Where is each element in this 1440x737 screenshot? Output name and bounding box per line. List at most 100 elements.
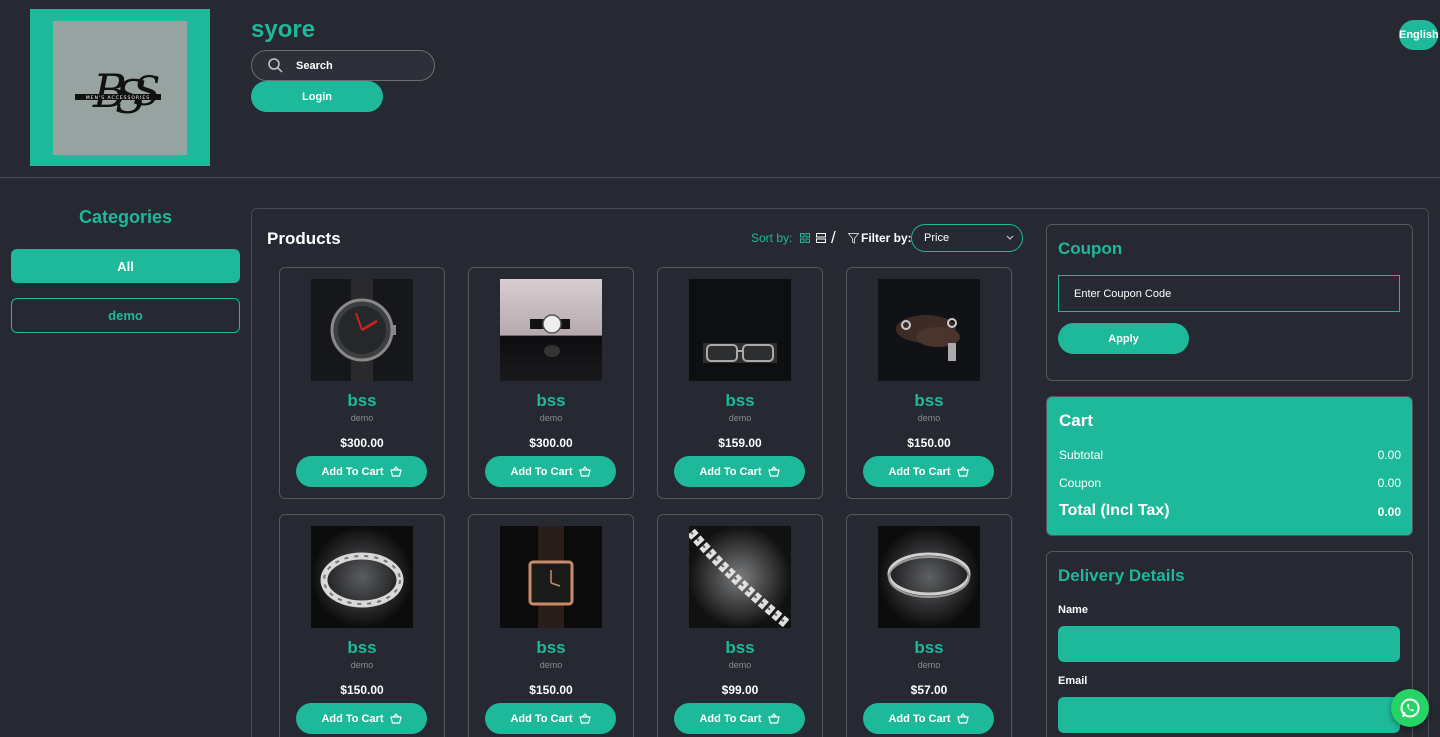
whatsapp-button[interactable] [1391, 689, 1429, 727]
filter-selected-value: Price [924, 232, 950, 244]
add-to-cart-label: Add To Cart [321, 465, 384, 478]
coupon-code-input[interactable] [1058, 275, 1400, 312]
name-field[interactable] [1058, 626, 1400, 662]
total-value: 0.00 [1377, 505, 1401, 519]
add-to-cart-button[interactable]: Add To Cart [485, 456, 616, 487]
filter-select[interactable]: Price [911, 224, 1023, 252]
add-to-cart-label: Add To Cart [888, 712, 951, 725]
product-price: $300.00 [529, 436, 573, 450]
login-button[interactable]: Login [251, 81, 383, 112]
cart-total-row: Total (Incl Tax) 0.00 [1059, 502, 1401, 520]
filter-label: Filter by: [861, 231, 912, 245]
category-demo-button[interactable]: demo [11, 298, 240, 333]
filter-icon [848, 233, 859, 244]
product-category: demo [350, 413, 374, 423]
categories-title: Categories [78, 207, 173, 227]
add-to-cart-label: Add To Cart [510, 712, 573, 725]
product-name[interactable]: bss [847, 391, 1011, 411]
product-price: $300.00 [340, 436, 384, 450]
add-to-cart-label: Add To Cart [699, 712, 762, 725]
cart-title: Cart [1059, 411, 1094, 430]
product-image[interactable] [689, 279, 791, 381]
product-price: $150.00 [340, 683, 384, 697]
product-name[interactable]: bss [469, 391, 633, 411]
product-category: demo [728, 660, 752, 670]
product-name[interactable]: bss [469, 638, 633, 658]
store-name: syore [251, 16, 316, 43]
product-price: $150.00 [907, 436, 951, 450]
apply-coupon-button[interactable]: Apply [1058, 323, 1189, 354]
category-all-button[interactable]: All [11, 249, 240, 283]
product-card[interactable]: bss demo $300.00 Add To Cart [468, 267, 634, 499]
product-price: $159.00 [718, 436, 762, 450]
product-image[interactable] [311, 279, 413, 381]
cart-subtotal-row: Subtotal 0.00 [1059, 448, 1401, 462]
add-to-cart-label: Add To Cart [699, 465, 762, 478]
product-image[interactable] [878, 279, 980, 381]
name-label: Name [1058, 604, 1088, 616]
basket-icon [767, 713, 780, 724]
add-to-cart-button[interactable]: Add To Cart [296, 456, 427, 487]
product-price: $150.00 [529, 683, 573, 697]
product-category: demo [917, 413, 941, 423]
product-image[interactable] [500, 279, 602, 381]
product-card[interactable]: bss demo $150.00 Add To Cart [846, 267, 1012, 499]
cart-coupon-row: Coupon 0.00 [1059, 476, 1401, 490]
product-image[interactable] [689, 526, 791, 628]
logo-image: B S S MEN'S ACCESSORIES [53, 21, 187, 155]
store-logo[interactable]: B S S MEN'S ACCESSORIES [30, 9, 210, 166]
basket-icon [767, 466, 780, 477]
product-card[interactable]: bss demo $99.00 Add To Cart [657, 514, 823, 737]
delivery-title: Delivery Details [1058, 566, 1185, 585]
view-separator: / [831, 228, 836, 247]
basket-icon [578, 466, 591, 477]
search-bar[interactable] [251, 50, 435, 81]
subtotal-label: Subtotal [1059, 448, 1104, 462]
product-name[interactable]: bss [847, 638, 1011, 658]
product-category: demo [728, 413, 752, 423]
product-name[interactable]: bss [658, 391, 822, 411]
grid-view-icon[interactable] [800, 233, 810, 243]
product-image[interactable] [500, 526, 602, 628]
product-card[interactable]: bss demo $159.00 Add To Cart [657, 267, 823, 499]
product-card[interactable]: bss demo $300.00 Add To Cart [279, 267, 445, 499]
product-card[interactable]: bss demo $150.00 Add To Cart [468, 514, 634, 737]
product-image[interactable] [878, 526, 980, 628]
add-to-cart-label: Add To Cart [510, 465, 573, 478]
product-category: demo [539, 660, 563, 670]
total-label: Total (Incl Tax) [1059, 502, 1170, 519]
basket-icon [956, 713, 969, 724]
basket-icon [389, 466, 402, 477]
basket-icon [956, 466, 969, 477]
language-button[interactable]: English [1399, 20, 1439, 50]
subtotal-value: 0.00 [1377, 448, 1401, 462]
add-to-cart-button[interactable]: Add To Cart [296, 703, 427, 734]
coupon-discount-label: Coupon [1059, 476, 1102, 490]
product-card[interactable]: bss demo $57.00 Add To Cart [846, 514, 1012, 737]
search-input[interactable] [296, 57, 426, 75]
product-name[interactable]: bss [280, 638, 444, 658]
basket-icon [578, 713, 591, 724]
add-to-cart-label: Add To Cart [888, 465, 951, 478]
products-title: Products [267, 229, 341, 248]
add-to-cart-button[interactable]: Add To Cart [674, 703, 805, 734]
site-header: B S S MEN'S ACCESSORIES syore Login Engl… [0, 0, 1440, 178]
product-category: demo [539, 413, 563, 423]
product-price: $57.00 [910, 683, 948, 697]
product-name[interactable]: bss [658, 638, 822, 658]
add-to-cart-button[interactable]: Add To Cart [485, 703, 616, 734]
email-field[interactable] [1058, 697, 1400, 733]
product-price: $99.00 [721, 683, 759, 697]
add-to-cart-button[interactable]: Add To Cart [863, 703, 994, 734]
basket-icon [389, 713, 402, 724]
sort-label: Sort by: [751, 231, 793, 245]
product-category: demo [917, 660, 941, 670]
add-to-cart-button[interactable]: Add To Cart [863, 456, 994, 487]
product-card[interactable]: bss demo $150.00 Add To Cart [279, 514, 445, 737]
list-view-icon[interactable] [816, 233, 826, 243]
product-image[interactable] [311, 526, 413, 628]
product-name[interactable]: bss [280, 391, 444, 411]
search-icon [268, 58, 283, 73]
add-to-cart-button[interactable]: Add To Cart [674, 456, 805, 487]
svg-text:S: S [133, 69, 160, 115]
